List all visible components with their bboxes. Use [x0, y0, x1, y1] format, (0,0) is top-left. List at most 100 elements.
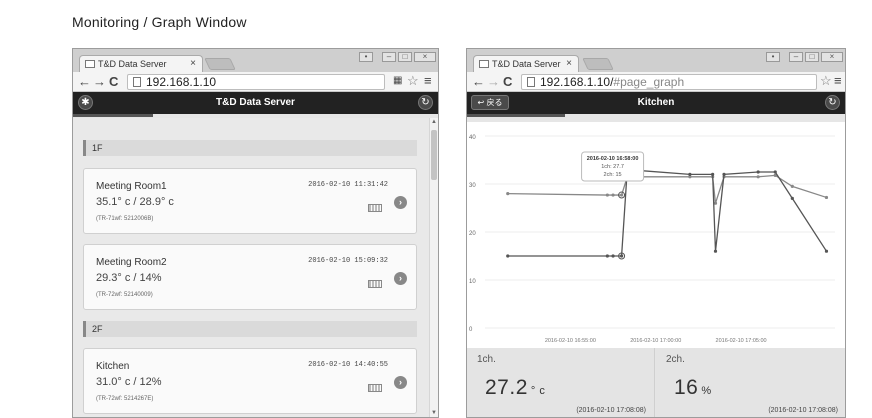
new-tab-button[interactable]	[582, 58, 614, 70]
loading-progress-fill	[467, 114, 566, 117]
room-reading: 35.1° c / 28.9° c	[96, 196, 174, 208]
new-tab-button[interactable]	[204, 58, 236, 70]
y-tick-label: 0	[469, 327, 473, 333]
room-card-meeting-room2[interactable]: Meeting Room2 2016-02-10 15:09:32 29.3° …	[83, 244, 417, 310]
forward-arrow-icon[interactable]: →	[93, 74, 106, 90]
tab-close-icon[interactable]: ×	[566, 58, 572, 69]
data-point-2ch	[711, 172, 715, 176]
browser-tab[interactable]: T&D Data Server ×	[79, 55, 203, 72]
scroll-up-icon[interactable]: ▲	[431, 119, 437, 125]
x-tick-label: 2016-02-10 17:05:00	[716, 338, 767, 344]
room-timestamp: 2016-02-10 11:31:42	[308, 181, 388, 189]
address-bar[interactable]: 192.168.1.10/#page_graph	[521, 74, 817, 90]
back-arrow-icon[interactable]: ←	[472, 74, 485, 90]
browser-tab[interactable]: T&D Data Server ×	[473, 55, 579, 72]
tab-title: T&D Data Server	[98, 59, 167, 69]
data-point-2ch	[790, 196, 794, 200]
graph-area[interactable]: 0 10 20 30 40 2016-02-10 16:55:00 2016-02-10 1…	[467, 122, 846, 348]
app-header: ✱ T&D Data Server ↻	[73, 92, 438, 114]
page-favicon-icon	[85, 60, 95, 68]
bookmark-star-icon[interactable]: ☆	[820, 73, 832, 89]
tab-close-icon[interactable]: ×	[190, 58, 196, 69]
battery-icon	[368, 204, 382, 212]
refresh-icon[interactable]: ↻	[825, 95, 840, 110]
reload-icon[interactable]: C	[503, 74, 512, 90]
x-tick-label: 2016-02-10 16:55:00	[545, 338, 596, 344]
window-close-icon[interactable]: ×	[821, 52, 843, 62]
channel-value: 27.2 ° c	[485, 376, 545, 400]
data-point-1ch	[605, 193, 609, 197]
room-reading: 31.0° c / 12%	[96, 376, 162, 388]
data-point-2ch	[506, 254, 510, 258]
room-name: Kitchen	[96, 361, 130, 372]
page-icon	[133, 77, 141, 87]
bookmark-star-icon[interactable]: ☆	[407, 73, 419, 89]
back-arrow-icon[interactable]: ←	[78, 74, 91, 90]
app-header: ↩ 戻る Kitchen ↻	[467, 92, 845, 114]
room-card-meeting-room1[interactable]: Meeting Room1 2016-02-10 11:31:42 35.1° …	[83, 168, 417, 234]
minimize-icon[interactable]: –	[789, 52, 803, 62]
tooltip-line-2ch: 2ch: 15	[604, 172, 622, 178]
tooltip-time: 2016-02-10 16:58:00	[587, 156, 639, 162]
chevron-right-icon[interactable]: ›	[394, 376, 407, 389]
room-name: Meeting Room1	[96, 181, 167, 192]
loading-progress	[467, 114, 845, 118]
browser-menu-icon[interactable]: ≡	[424, 73, 432, 89]
window-close-icon[interactable]: ×	[414, 52, 436, 62]
graph-title: Kitchen	[637, 97, 675, 108]
browser-menu-icon[interactable]: ≡	[834, 73, 842, 89]
maximize-icon[interactable]: □	[805, 52, 819, 62]
data-point-1ch	[756, 175, 760, 179]
address-bar[interactable]: 192.168.1.10	[127, 74, 385, 90]
user-icon[interactable]: •	[766, 52, 780, 62]
minimize-icon[interactable]: –	[382, 52, 396, 62]
scroll-down-icon[interactable]: ▼	[431, 410, 437, 416]
scroll-thumb[interactable]	[431, 130, 437, 180]
page-favicon-icon	[479, 60, 489, 68]
y-tick-label: 10	[469, 279, 476, 285]
room-card-kitchen[interactable]: Kitchen 2016-02-10 14:40:55 31.0° c / 12…	[83, 348, 417, 414]
reload-icon[interactable]: C	[109, 74, 118, 90]
current-readings: 1ch. 27.2 ° c (2016-02-10 17:08:08) 2ch. …	[467, 348, 845, 417]
user-icon[interactable]: •	[359, 52, 373, 62]
refresh-icon[interactable]: ↻	[418, 95, 433, 110]
tab-strip: T&D Data Server × • – □ ×	[467, 49, 845, 72]
app-title: T&D Data Server	[216, 97, 295, 108]
x-tick-label: 2016-02-10 17:00:00	[630, 338, 681, 344]
data-point-2ch	[713, 249, 718, 253]
tab-strip: T&D Data Server × • – □ ×	[73, 49, 438, 72]
data-point-1ch	[611, 193, 615, 197]
tooltip-line-1ch: 1ch: 27.7	[601, 164, 624, 170]
line-chart[interactable]: 0 10 20 30 40 2016-02-10 16:55:00 2016-02-10 1…	[467, 122, 846, 348]
browser-window-graph: T&D Data Server × • – □ × ← → C 192.168.…	[466, 48, 846, 418]
loading-progress-fill	[73, 114, 154, 117]
channel-value-number: 27.2	[485, 376, 528, 399]
battery-icon	[368, 384, 382, 392]
room-list: 1F Meeting Room1 2016-02-10 11:31:42 35.…	[73, 118, 438, 417]
browser-window-monitoring: T&D Data Server × • – □ × ← → C 192.168.…	[72, 48, 439, 418]
data-point-2ch	[824, 249, 829, 253]
chevron-right-icon[interactable]: ›	[394, 196, 407, 209]
series-line-1ch	[507, 174, 827, 204]
channel-timestamp: (2016-02-10 17:08:08)	[576, 407, 646, 414]
channel-value-number: 16	[674, 376, 699, 399]
room-serial: (TR-72wf: 52140009)	[96, 292, 153, 298]
data-point-2ch	[773, 170, 777, 174]
data-point-1ch	[619, 193, 624, 197]
chevron-right-icon[interactable]: ›	[394, 272, 407, 285]
y-tick-label: 30	[469, 183, 476, 189]
room-name: Meeting Room2	[96, 257, 167, 268]
forward-arrow-icon[interactable]: →	[487, 74, 500, 90]
scrollbar[interactable]: ▲ ▼	[429, 118, 438, 417]
address-host: 192.168.1.10/	[540, 75, 614, 89]
address-path: #page_graph	[613, 75, 685, 89]
channel-label: 1ch.	[477, 354, 496, 365]
address-text: 192.168.1.10	[146, 75, 217, 89]
y-tick-label: 20	[469, 231, 476, 237]
data-point-2ch	[688, 172, 692, 176]
channel-unit: %	[701, 385, 712, 397]
maximize-icon[interactable]: □	[398, 52, 412, 62]
page-heading: Monitoring / Graph Window	[72, 14, 247, 30]
room-serial: (TR-72wf: 5214267E)	[96, 396, 154, 402]
translate-icon[interactable]: ▦	[393, 75, 402, 86]
